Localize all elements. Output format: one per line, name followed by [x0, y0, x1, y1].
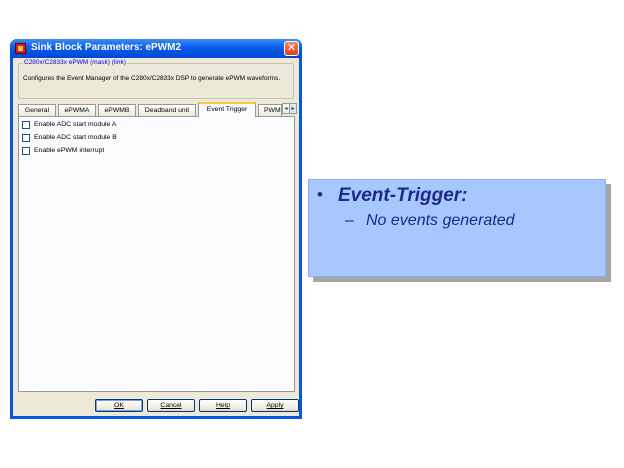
- tab-deadband-unit[interactable]: Deadband unit: [138, 104, 196, 116]
- tab-scroll-right-icon[interactable]: ▸: [289, 103, 297, 114]
- callout-dash: –: [345, 212, 354, 229]
- title-bar[interactable]: Sink Block Parameters: ePWM2 ✕: [10, 39, 302, 58]
- enable-adc-start-a-checkbox[interactable]: [22, 121, 30, 129]
- block-description: Configures the Event Manager of the C280…: [23, 75, 281, 82]
- tab-pwm[interactable]: PWM: [258, 104, 282, 116]
- tab-epwma[interactable]: ePWMA: [58, 104, 96, 116]
- tab-event-trigger[interactable]: Event Trigger: [198, 102, 256, 117]
- callout-subtext: No events generated: [366, 212, 515, 229]
- ok-button[interactable]: OK: [95, 399, 143, 412]
- block-type-link[interactable]: C280x/C2833x ePWM (mask) (link): [23, 59, 127, 66]
- enable-adc-start-a-label[interactable]: Enable ADC start module A: [34, 120, 116, 130]
- tab-general[interactable]: General: [18, 104, 56, 116]
- close-icon[interactable]: ✕: [284, 41, 299, 56]
- block-description-group: C280x/C2833x ePWM (mask) (link) Configur…: [18, 59, 294, 99]
- block-parameters-dialog: Sink Block Parameters: ePWM2 ✕ C280x/C28…: [10, 39, 302, 419]
- tab-strip: General ePWMA ePWMB Deadband unit Event …: [18, 102, 297, 117]
- help-button[interactable]: Help: [199, 399, 247, 412]
- enable-adc-start-b-checkbox[interactable]: [22, 134, 30, 142]
- enable-epwm-interrupt-label[interactable]: Enable ePWM interrupt: [34, 146, 104, 156]
- enable-epwm-interrupt-checkbox[interactable]: [22, 147, 30, 155]
- dialog-client-area: C280x/C2833x ePWM (mask) (link) Configur…: [13, 58, 299, 416]
- callout-heading: Event-Trigger:: [338, 185, 468, 206]
- event-trigger-panel: Enable ADC start module A Enable ADC sta…: [18, 116, 295, 392]
- tab-epwmb[interactable]: ePWMB: [98, 104, 136, 116]
- cancel-button[interactable]: Cancel: [147, 399, 195, 412]
- app-icon: [15, 43, 26, 54]
- apply-button[interactable]: Apply: [251, 399, 299, 412]
- enable-adc-start-b-label[interactable]: Enable ADC start module B: [34, 133, 117, 143]
- event-trigger-callout: • Event-Trigger: – No events generated: [308, 179, 606, 277]
- dialog-title: Sink Block Parameters: ePWM2: [31, 42, 182, 53]
- callout-bullet: •: [317, 185, 323, 204]
